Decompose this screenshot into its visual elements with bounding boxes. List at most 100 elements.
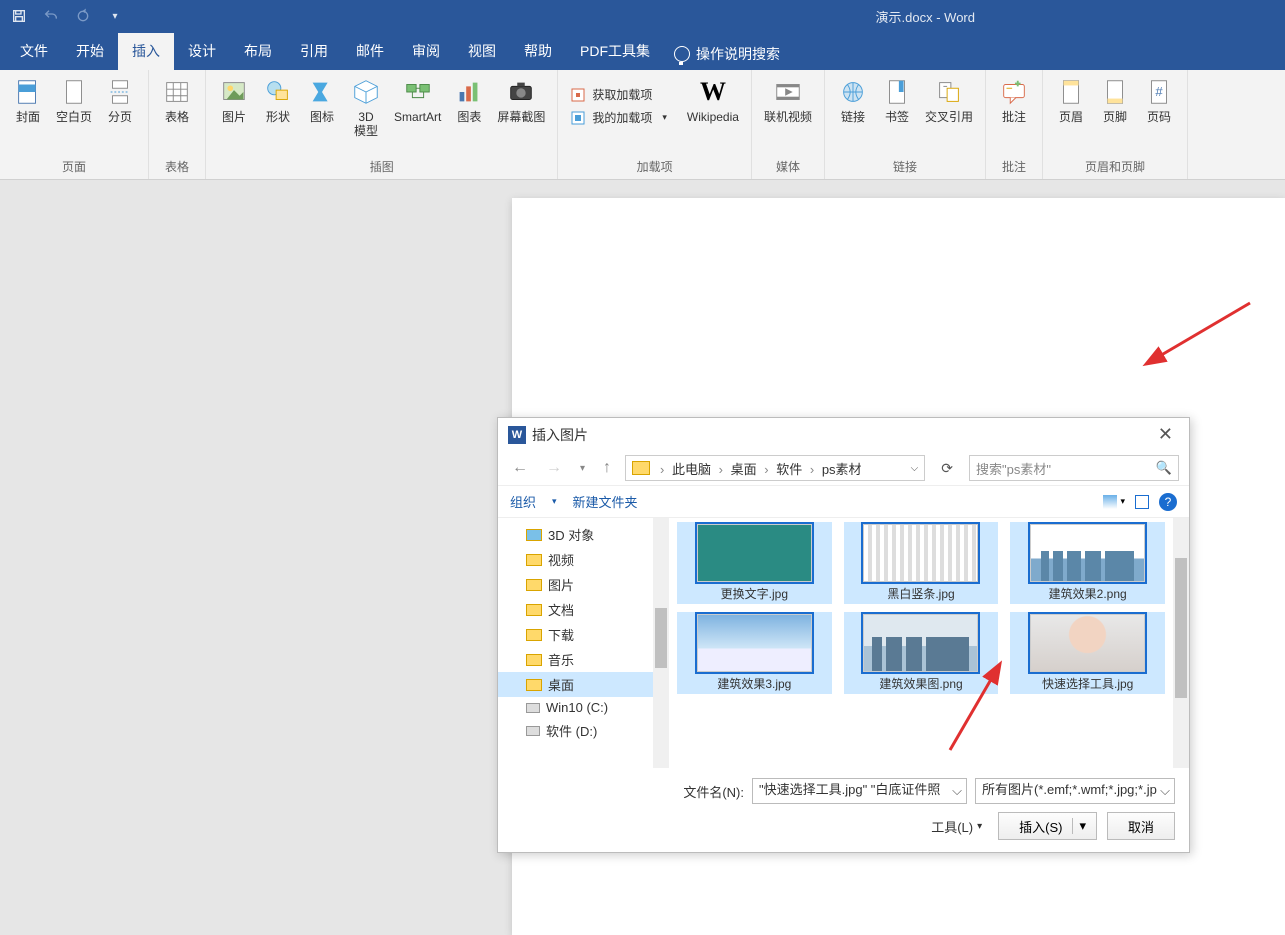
- header-button[interactable]: 页眉: [1051, 74, 1091, 126]
- redo-icon[interactable]: [72, 5, 94, 27]
- search-input[interactable]: 搜索"ps素材" 🔍: [969, 455, 1179, 481]
- cover-page-button[interactable]: 封面: [8, 74, 48, 126]
- files-scrollbar[interactable]: [1173, 518, 1189, 768]
- save-icon[interactable]: [8, 5, 30, 27]
- comment-button[interactable]: 批注: [994, 74, 1034, 126]
- wikipedia-button[interactable]: W Wikipedia: [683, 74, 743, 126]
- my-addins-button[interactable]: 我的加载项▾: [566, 107, 671, 128]
- tab-pdf[interactable]: PDF工具集: [566, 33, 664, 70]
- link-button[interactable]: 链接: [833, 74, 873, 126]
- breadcrumb[interactable]: › 此电脑 › 桌面 › 软件 › ps素材 ⌵: [625, 455, 925, 481]
- page-break-button[interactable]: 分页: [100, 74, 140, 126]
- new-folder-button[interactable]: 新建文件夹: [573, 492, 638, 511]
- footer-button[interactable]: 页脚: [1095, 74, 1135, 126]
- table-button[interactable]: 表格: [157, 74, 197, 126]
- screenshot-button[interactable]: 屏幕截图: [493, 74, 549, 126]
- page-number-button[interactable]: # 页码: [1139, 74, 1179, 126]
- file-item[interactable]: 建筑效果图.png: [844, 612, 999, 694]
- close-icon[interactable]: ✕: [1152, 424, 1179, 445]
- group-label-pages: 页面: [8, 155, 140, 177]
- tab-layout[interactable]: 布局: [230, 33, 286, 70]
- group-label-headerfooter: 页眉和页脚: [1051, 155, 1179, 177]
- insert-dropdown-icon[interactable]: ▾: [1072, 818, 1092, 834]
- group-label-illustrations: 插图: [214, 155, 549, 177]
- insert-button[interactable]: 插入(S)▾: [998, 812, 1097, 840]
- group-label-links: 链接: [833, 155, 977, 177]
- tree-drive-c[interactable]: Win10 (C:): [498, 697, 653, 718]
- tree-videos[interactable]: 视频: [498, 547, 653, 572]
- lightbulb-icon: [674, 46, 690, 62]
- organize-button[interactable]: 组织: [510, 492, 536, 511]
- file-thumbnail: [697, 614, 812, 672]
- recent-dropdown-icon[interactable]: ▾: [576, 461, 589, 476]
- tree-downloads[interactable]: 下载: [498, 622, 653, 647]
- file-thumbnail: [697, 524, 812, 582]
- qat-customize-icon[interactable]: ▾: [104, 5, 126, 27]
- refresh-icon[interactable]: ⟳: [935, 460, 959, 477]
- icons-button[interactable]: 图标: [302, 74, 342, 126]
- tree-drive-d[interactable]: 软件 (D:): [498, 718, 653, 743]
- shapes-button[interactable]: 形状: [258, 74, 298, 126]
- ribbon: 封面 空白页 分页 页面 表格 表格 图片: [0, 70, 1285, 180]
- tree-3d-objects[interactable]: 3D 对象: [498, 522, 653, 547]
- tab-file[interactable]: 文件: [6, 33, 62, 70]
- tab-mailings[interactable]: 邮件: [342, 33, 398, 70]
- tab-review[interactable]: 审阅: [398, 33, 454, 70]
- back-icon[interactable]: ←: [508, 457, 532, 479]
- tree-pictures[interactable]: 图片: [498, 572, 653, 597]
- smartart-button[interactable]: SmartArt: [390, 74, 445, 126]
- file-type-select[interactable]: 所有图片(*.emf;*.wmf;*.jpg;*.jp: [975, 778, 1175, 804]
- tab-help[interactable]: 帮助: [510, 33, 566, 70]
- svg-text:#: #: [1155, 84, 1163, 99]
- tell-me-search[interactable]: 操作说明搜索: [664, 38, 790, 70]
- file-thumbnail: [863, 614, 978, 672]
- search-placeholder: 搜索"ps素材": [976, 459, 1051, 478]
- file-item[interactable]: 更换文字.jpg: [677, 522, 832, 604]
- file-item[interactable]: 黑白竖条.jpg: [844, 522, 999, 604]
- ribbon-tabs: 文件 开始 插入 设计 布局 引用 邮件 审阅 视图 帮助 PDF工具集 操作说…: [0, 32, 1285, 70]
- tab-references[interactable]: 引用: [286, 33, 342, 70]
- tree-desktop[interactable]: 桌面: [498, 672, 653, 697]
- chart-button[interactable]: 图表: [449, 74, 489, 126]
- filename-label: 文件名(N):: [683, 782, 744, 801]
- folder-tree: 3D 对象 视频 图片 文档 下载 音乐 桌面 Win10 (C:) 软件 (D…: [498, 518, 653, 768]
- group-label-comments: 批注: [994, 155, 1034, 177]
- tell-me-label: 操作说明搜索: [696, 44, 780, 64]
- filename-input[interactable]: "快速选择工具.jpg" "白底证件照: [752, 778, 967, 804]
- tab-view[interactable]: 视图: [454, 33, 510, 70]
- help-icon[interactable]: ?: [1159, 493, 1177, 511]
- title-bar: ▾ 演示.docx - Word: [0, 0, 1285, 32]
- up-icon[interactable]: ↑: [599, 457, 615, 479]
- bookmark-button[interactable]: 书签: [877, 74, 917, 126]
- tree-documents[interactable]: 文档: [498, 597, 653, 622]
- tree-music[interactable]: 音乐: [498, 647, 653, 672]
- insert-picture-dialog: W 插入图片 ✕ ← → ▾ ↑ › 此电脑 › 桌面 › 软件 › ps素材: [497, 417, 1190, 853]
- tab-design[interactable]: 设计: [174, 33, 230, 70]
- tools-dropdown[interactable]: 工具(L)▾: [931, 817, 982, 836]
- tab-insert[interactable]: 插入: [118, 33, 174, 70]
- forward-icon[interactable]: →: [542, 457, 566, 479]
- search-icon: 🔍: [1156, 460, 1172, 476]
- file-item[interactable]: 建筑效果3.jpg: [677, 612, 832, 694]
- file-thumbnail: [1030, 524, 1145, 582]
- file-list: 更换文字.jpg 黑白竖条.jpg 建筑效果2.png 建筑效果3.j: [669, 518, 1173, 768]
- tree-scrollbar[interactable]: [653, 518, 669, 768]
- file-thumbnail: [1030, 614, 1145, 672]
- blank-page-button[interactable]: 空白页: [52, 74, 96, 126]
- undo-icon[interactable]: [40, 5, 62, 27]
- file-item[interactable]: 快速选择工具.jpg: [1010, 612, 1165, 694]
- pictures-button[interactable]: 图片: [214, 74, 254, 126]
- document-title: 演示.docx - Word: [876, 7, 975, 26]
- online-video-button[interactable]: 联机视频: [760, 74, 816, 126]
- document-area: W 插入图片 ✕ ← → ▾ ↑ › 此电脑 › 桌面 › 软件 › ps素材: [0, 180, 1285, 935]
- cancel-button[interactable]: 取消: [1107, 812, 1175, 840]
- file-thumbnail: [863, 524, 978, 582]
- 3d-models-button[interactable]: 3D 模型: [346, 74, 386, 140]
- get-addins-button[interactable]: 获取加载项: [566, 84, 671, 105]
- dialog-title: 插入图片: [532, 425, 588, 445]
- tab-home[interactable]: 开始: [62, 33, 118, 70]
- preview-pane-icon[interactable]: [1135, 495, 1149, 509]
- view-mode-icon[interactable]: ▾: [1103, 495, 1125, 509]
- cross-reference-button[interactable]: 交叉引用: [921, 74, 977, 126]
- file-item[interactable]: 建筑效果2.png: [1010, 522, 1165, 604]
